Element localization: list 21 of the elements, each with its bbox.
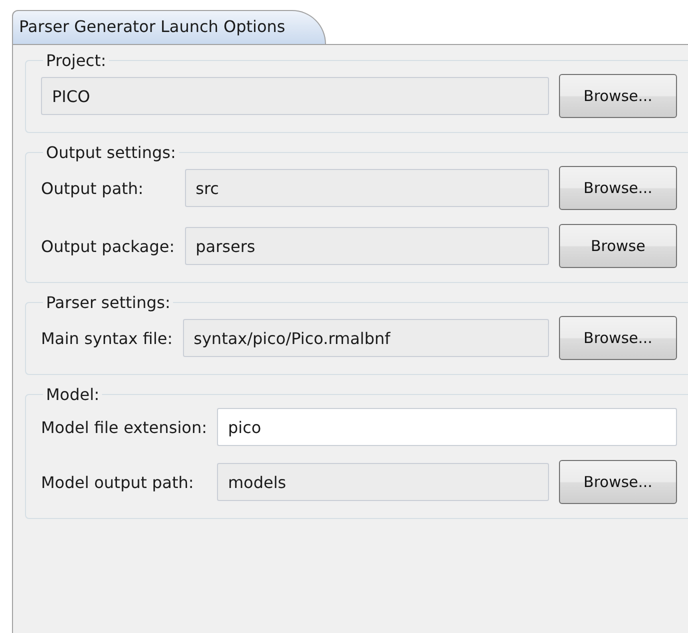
field-label: Main syntax file: [41, 328, 173, 348]
text-field[interactable]: src [184, 169, 549, 207]
field-label: Model output path: [41, 472, 195, 492]
group-title: Output settings: [45, 143, 177, 162]
browse-button[interactable]: Browse... [559, 74, 677, 118]
text-field[interactable]: PICO [41, 77, 549, 115]
browse-button[interactable]: Browse [559, 224, 677, 268]
group-title: Model: [45, 385, 100, 404]
field-label: Output package: [41, 236, 175, 256]
browse-button[interactable]: Browse... [559, 166, 677, 210]
field-label: Output path: [41, 178, 144, 198]
browse-button[interactable]: Browse... [559, 316, 677, 360]
text-field[interactable]: syntax/pico/Pico.rmalbnf [182, 319, 549, 357]
group-title: Parser settings: [45, 293, 172, 312]
field-label: Model file extension: [41, 418, 207, 436]
text-field[interactable]: pico [216, 408, 677, 446]
text-field[interactable]: parsers [184, 227, 549, 265]
text-field[interactable]: models [216, 463, 549, 501]
tab[interactable]: Parser Generator Launch Options [12, 10, 326, 44]
browse-button[interactable]: Browse... [559, 460, 677, 504]
group-title: Project: [45, 51, 108, 70]
